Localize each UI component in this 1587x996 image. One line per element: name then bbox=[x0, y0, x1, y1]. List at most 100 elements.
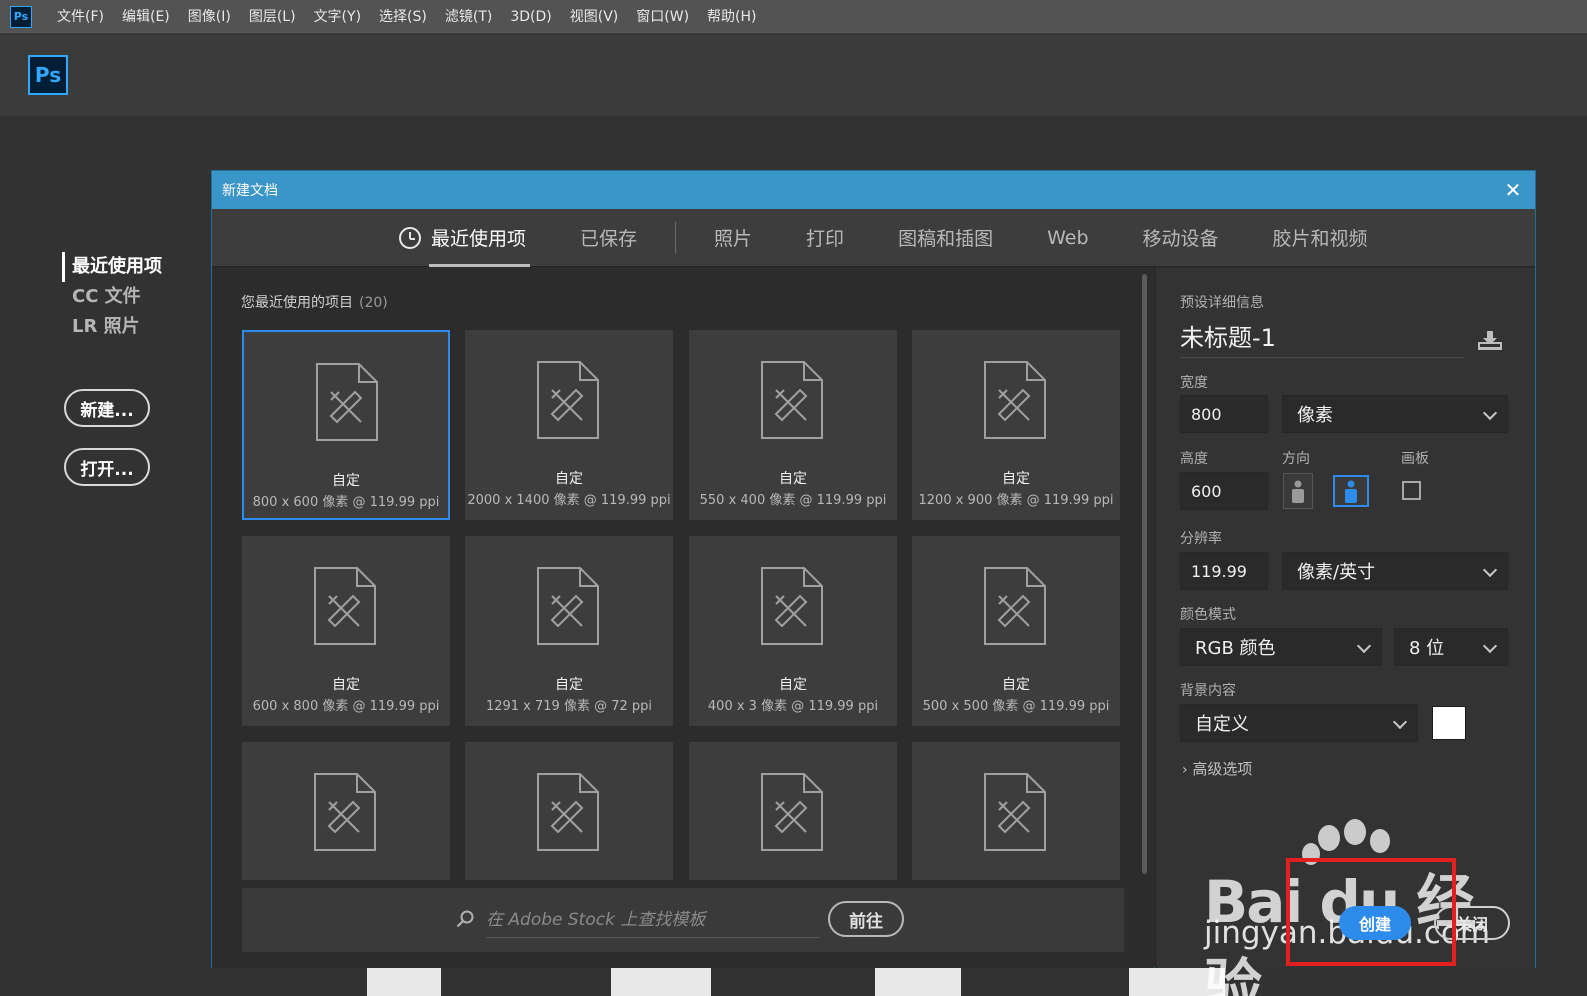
resolution-field[interactable]: 119.99 bbox=[1180, 552, 1268, 590]
height-field[interactable]: 600 bbox=[1180, 472, 1268, 510]
preset-name: 自定 bbox=[779, 471, 807, 487]
home-header: Ps bbox=[0, 35, 1587, 116]
recent-heading-text: 您最近使用的项目 bbox=[241, 295, 353, 311]
height-label: 高度 bbox=[1180, 451, 1208, 467]
chevron-down-icon bbox=[1356, 638, 1372, 654]
tab-photo[interactable]: 照片 bbox=[714, 209, 752, 267]
orientation-label: 方向 bbox=[1282, 451, 1310, 467]
preset-size: 600 x 800 像素 @ 119.99 ppi bbox=[252, 699, 440, 714]
chevron-right-icon: › bbox=[1182, 762, 1188, 778]
bit-depth-select[interactable]: 8 位 bbox=[1394, 628, 1508, 666]
preset-card[interactable]: 自定 1291 x 719 像素 @ 72 ppi bbox=[465, 536, 673, 726]
tab-divider bbox=[675, 221, 677, 254]
close-icon[interactable]: ✕ bbox=[1503, 178, 1523, 202]
stock-search-input[interactable] bbox=[486, 903, 820, 938]
width-unit-select[interactable]: 像素 bbox=[1282, 395, 1508, 433]
preset-card[interactable] bbox=[465, 742, 673, 880]
home-nav-lr-photos[interactable]: LR 照片 bbox=[62, 312, 162, 342]
menu-filter[interactable]: 滤镜(T) bbox=[436, 0, 501, 34]
portrait-button[interactable] bbox=[1283, 473, 1313, 509]
highlight-box bbox=[1286, 858, 1456, 966]
menu-layer[interactable]: 图层(L) bbox=[240, 0, 305, 34]
preset-details-title: 预设详细信息 bbox=[1180, 295, 1264, 311]
menu-help[interactable]: 帮助(H) bbox=[698, 0, 765, 34]
menu-type[interactable]: 文字(Y) bbox=[305, 0, 370, 34]
menu-file[interactable]: 文件(F) bbox=[48, 0, 113, 34]
document-preset-icon bbox=[315, 362, 379, 442]
resolution-unit-value: 像素/英寸 bbox=[1297, 562, 1376, 583]
artboard-checkbox[interactable] bbox=[1402, 481, 1421, 500]
save-preset-icon[interactable] bbox=[1476, 330, 1504, 352]
preset-card[interactable]: 自定 550 x 400 像素 @ 119.99 ppi bbox=[689, 330, 897, 520]
background-label: 背景内容 bbox=[1180, 683, 1236, 699]
preset-name: 自定 bbox=[555, 677, 583, 693]
recent-presets-panel: 您最近使用的项目 (20) 自定 800 x 600 像素 @ 119.99 ppi… bbox=[212, 268, 1154, 968]
menu-select[interactable]: 选择(S) bbox=[370, 0, 436, 34]
new-document-dialog: 新建文档 ✕ 最近使用项 已保存 照片 打印 图稿和插图 Web 移动设备 胶片… bbox=[211, 170, 1536, 968]
ps-app-icon: Ps bbox=[10, 5, 32, 28]
width-label: 宽度 bbox=[1180, 375, 1208, 391]
advanced-options-toggle[interactable]: › 高级选项 bbox=[1182, 758, 1252, 779]
preset-card[interactable]: 自定 600 x 800 像素 @ 119.99 ppi bbox=[242, 536, 450, 726]
tab-web[interactable]: Web bbox=[1047, 209, 1088, 267]
preset-card[interactable] bbox=[689, 742, 897, 880]
new-file-button[interactable]: 新建... bbox=[64, 389, 150, 427]
tab-recent[interactable]: 最近使用项 bbox=[399, 209, 531, 267]
preset-tabs: 最近使用项 已保存 照片 打印 图稿和插图 Web 移动设备 胶片和视频 bbox=[212, 209, 1535, 267]
tab-print[interactable]: 打印 bbox=[806, 209, 844, 267]
chevron-down-icon bbox=[1482, 562, 1498, 578]
preset-card[interactable]: 自定 2000 x 1400 像素 @ 119.99 ppi bbox=[465, 330, 673, 520]
tab-mobile[interactable]: 移动设备 bbox=[1143, 209, 1219, 267]
tab-label: 打印 bbox=[806, 228, 845, 250]
tab-film-video[interactable]: 胶片和视频 bbox=[1273, 209, 1368, 267]
resolution-unit-select[interactable]: 像素/英寸 bbox=[1282, 552, 1508, 590]
tab-saved[interactable]: 已保存 bbox=[580, 209, 637, 267]
recent-count: (20) bbox=[359, 295, 388, 311]
background-thumbnails bbox=[285, 968, 1585, 996]
ps-logo: Ps bbox=[28, 55, 68, 95]
preset-card[interactable]: 自定 1200 x 900 像素 @ 119.99 ppi bbox=[912, 330, 1120, 520]
preset-name: 自定 bbox=[779, 677, 807, 693]
scrollbar[interactable] bbox=[1142, 274, 1147, 874]
menu-window[interactable]: 窗口(W) bbox=[627, 0, 698, 34]
tab-label: 照片 bbox=[714, 228, 753, 250]
stock-search-bar: 前往 bbox=[242, 888, 1124, 952]
preset-name: 自定 bbox=[332, 473, 360, 489]
document-preset-icon bbox=[536, 360, 600, 440]
preset-size: 400 x 3 像素 @ 119.99 ppi bbox=[707, 699, 879, 714]
document-preset-icon bbox=[313, 772, 377, 852]
tab-label: 最近使用项 bbox=[431, 228, 527, 250]
tab-art-illustration[interactable]: 图稿和插图 bbox=[898, 209, 993, 267]
go-button[interactable]: 前往 bbox=[828, 901, 904, 937]
document-preset-icon bbox=[536, 566, 600, 646]
menu-view[interactable]: 视图(V) bbox=[561, 0, 628, 34]
color-mode-value: RGB 颜色 bbox=[1195, 638, 1276, 659]
preset-name: 自定 bbox=[555, 471, 583, 487]
open-file-button[interactable]: 打开... bbox=[64, 448, 150, 486]
preset-card[interactable] bbox=[912, 742, 1120, 880]
document-preset-icon bbox=[983, 360, 1047, 440]
preset-card[interactable]: 自定 500 x 500 像素 @ 119.99 ppi bbox=[912, 536, 1120, 726]
document-preset-icon bbox=[983, 772, 1047, 852]
tab-label: 移动设备 bbox=[1142, 228, 1219, 250]
menu-3d[interactable]: 3D(D) bbox=[501, 0, 560, 34]
menu-edit[interactable]: 编辑(E) bbox=[113, 0, 179, 34]
menu-image[interactable]: 图像(I) bbox=[179, 0, 240, 34]
document-preset-icon bbox=[760, 566, 824, 646]
preset-card[interactable] bbox=[242, 742, 450, 880]
preset-card[interactable]: 自定 400 x 3 像素 @ 119.99 ppi bbox=[689, 536, 897, 726]
background-select[interactable]: 自定义 bbox=[1180, 704, 1418, 742]
color-mode-select[interactable]: RGB 颜色 bbox=[1180, 628, 1382, 666]
document-name-field[interactable]: 未标题-1 bbox=[1180, 318, 1464, 358]
home-nav: 最近使用项 CC 文件 LR 照片 bbox=[62, 252, 162, 342]
landscape-button[interactable] bbox=[1333, 475, 1369, 507]
preset-card[interactable]: 自定 800 x 600 像素 @ 119.99 ppi bbox=[242, 330, 450, 520]
home-nav-recent[interactable]: 最近使用项 bbox=[62, 252, 162, 282]
preset-name: 自定 bbox=[1002, 471, 1030, 487]
background-color-swatch[interactable] bbox=[1432, 706, 1466, 740]
home-nav-cc-files[interactable]: CC 文件 bbox=[62, 282, 162, 312]
chevron-down-icon bbox=[1482, 405, 1498, 421]
document-preset-icon bbox=[536, 772, 600, 852]
width-field[interactable]: 800 bbox=[1180, 395, 1268, 433]
document-preset-icon bbox=[760, 360, 824, 440]
